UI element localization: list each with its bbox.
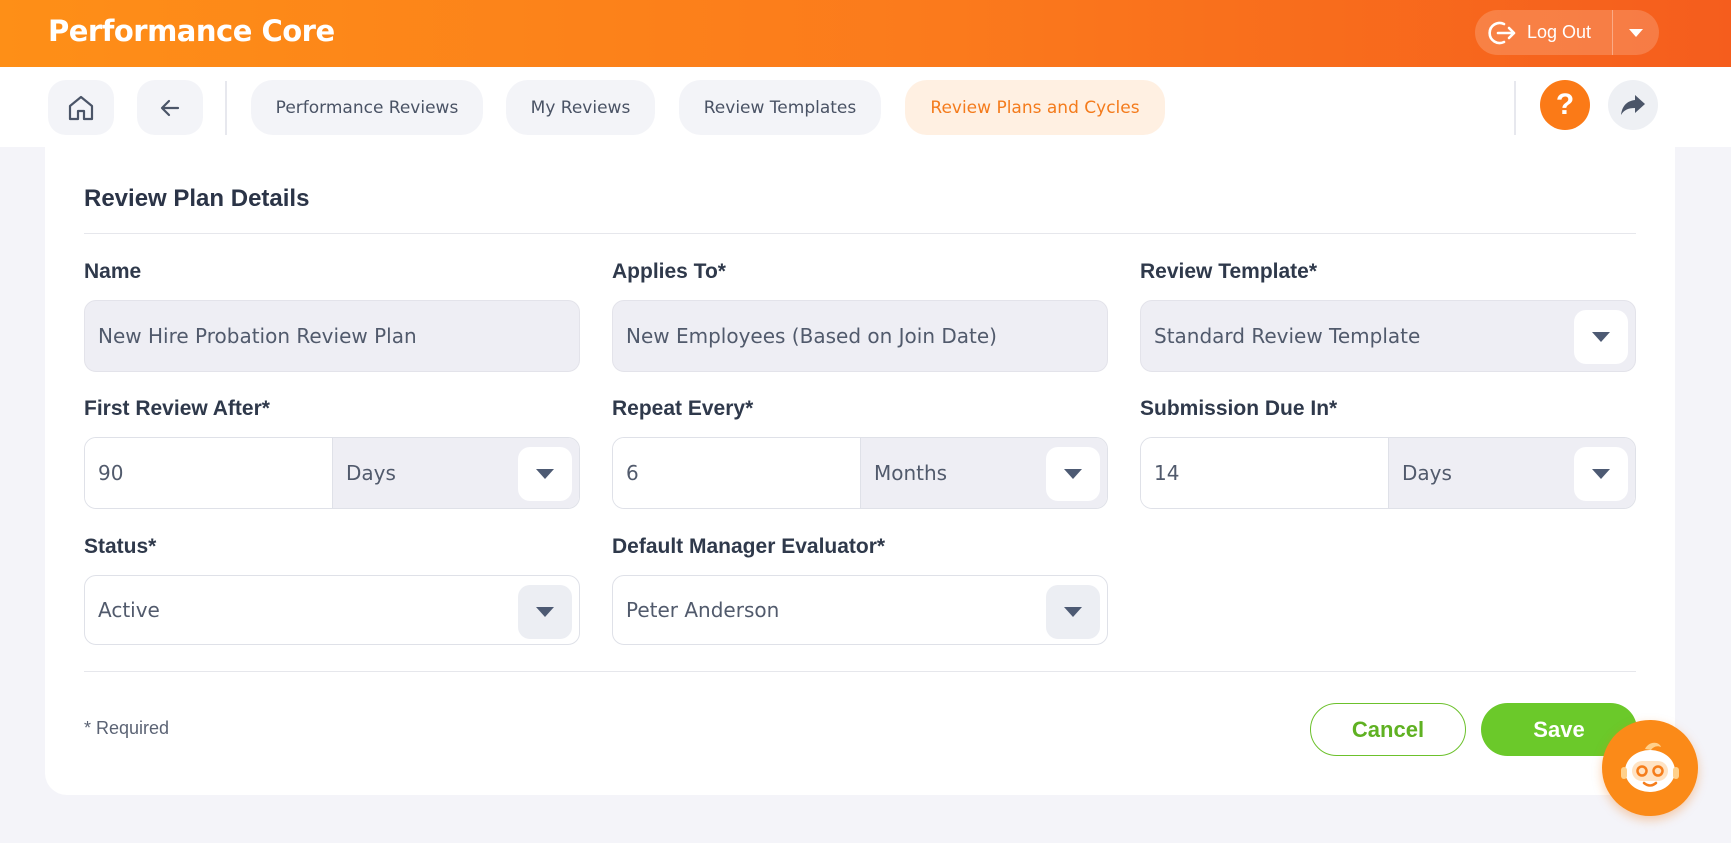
first-review-after-field: 90 Days [84, 437, 580, 509]
footer-divider [84, 671, 1636, 672]
status-value: Active [98, 598, 160, 622]
caret-down-icon [536, 607, 554, 617]
help-button[interactable]: ? [1540, 80, 1590, 130]
repeat-every-unit-dropdown-button[interactable] [1046, 447, 1100, 501]
back-button[interactable] [137, 80, 203, 135]
name-label: Name [84, 260, 142, 283]
nav-divider [225, 81, 227, 135]
default-manager-value: Peter Anderson [626, 598, 780, 622]
nav-bar: Performance Reviews My Reviews Review Te… [0, 67, 1731, 147]
home-icon [68, 95, 94, 120]
submission-due-in-label: Submission Due In* [1140, 397, 1338, 420]
first-review-after-label: First Review After* [84, 397, 270, 420]
assistant-button[interactable] [1602, 720, 1698, 816]
logout-group: Log Out [1475, 10, 1659, 55]
review-template-label: Review Template* [1140, 260, 1318, 283]
review-template-select[interactable]: Standard Review Template [1140, 300, 1636, 372]
caret-down-icon [1592, 332, 1610, 342]
status-select[interactable]: Active [84, 575, 580, 645]
submission-due-in-unit-dropdown-button[interactable] [1574, 447, 1628, 501]
submission-due-in-field: 14 Days [1140, 437, 1636, 509]
tab-review-plans-and-cycles[interactable]: Review Plans and Cycles [905, 80, 1165, 135]
review-template-value: Standard Review Template [1154, 324, 1421, 348]
tab-performance-reviews[interactable]: Performance Reviews [251, 80, 483, 135]
app-title: Performance Core [48, 14, 335, 48]
tab-my-reviews[interactable]: My Reviews [506, 80, 655, 135]
home-button[interactable] [48, 80, 114, 135]
caret-down-icon [1064, 607, 1082, 617]
tab-review-templates[interactable]: Review Templates [679, 80, 881, 135]
review-template-dropdown-button[interactable] [1574, 310, 1628, 364]
applies-to-label: Applies To* [612, 260, 726, 283]
repeat-every-field: 6 Months [612, 437, 1108, 509]
nav-divider-right [1514, 81, 1516, 135]
name-field[interactable]: New Hire Probation Review Plan [84, 300, 580, 372]
first-review-after-unit: Days [346, 461, 396, 485]
status-label: Status* [84, 535, 157, 558]
cancel-button[interactable]: Cancel [1310, 703, 1466, 756]
caret-down-icon [1629, 28, 1643, 37]
first-review-after-unit-dropdown-button[interactable] [518, 447, 572, 501]
caret-down-icon [1592, 469, 1610, 479]
share-arrow-icon [1621, 95, 1645, 115]
share-button[interactable] [1608, 80, 1658, 130]
review-plan-card: Review Plan Details Name New Hire Probat… [45, 147, 1675, 795]
submission-due-in-input[interactable]: 14 [1141, 438, 1389, 508]
logout-icon [1488, 21, 1516, 44]
repeat-every-label: Repeat Every* [612, 397, 754, 420]
default-manager-dropdown-button[interactable] [1046, 585, 1100, 639]
first-review-after-unit-select[interactable]: Days [333, 438, 579, 508]
logout-label: Log Out [1527, 22, 1592, 42]
top-header: Performance Core Log Out [0, 0, 1731, 67]
repeat-every-unit-select[interactable]: Months [861, 438, 1107, 508]
caret-down-icon [1064, 469, 1082, 479]
card-title: Review Plan Details [84, 185, 310, 212]
status-dropdown-button[interactable] [518, 585, 572, 639]
question-icon: ? [1555, 88, 1575, 121]
repeat-every-unit: Months [874, 461, 948, 485]
robot-assistant-icon [1621, 742, 1679, 792]
logout-button[interactable]: Log Out [1475, 10, 1612, 55]
repeat-every-input[interactable]: 6 [613, 438, 861, 508]
required-note: * Required [84, 718, 170, 738]
default-manager-select[interactable]: Peter Anderson [612, 575, 1108, 645]
caret-down-icon [536, 469, 554, 479]
submission-due-in-unit-select[interactable]: Days [1389, 438, 1635, 508]
title-divider [84, 233, 1636, 234]
applies-to-field[interactable]: New Employees (Based on Join Date) [612, 300, 1108, 372]
default-manager-label: Default Manager Evaluator* [612, 535, 886, 558]
first-review-after-input[interactable]: 90 [85, 438, 333, 508]
account-menu-toggle[interactable] [1613, 10, 1659, 55]
submission-due-in-unit: Days [1402, 461, 1452, 485]
arrow-left-icon [160, 99, 180, 116]
